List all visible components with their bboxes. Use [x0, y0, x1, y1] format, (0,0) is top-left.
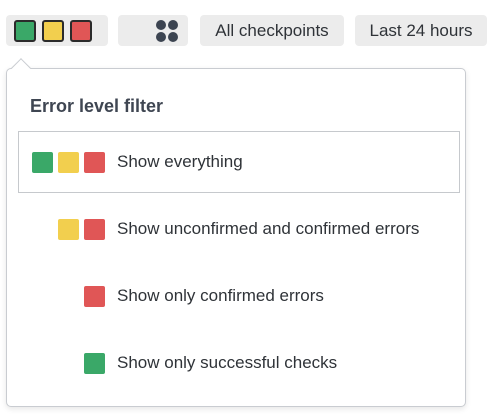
option-label: Show only confirmed errors [117, 286, 324, 305]
option-label: Show unconfirmed and confirmed errors [117, 219, 420, 238]
option-label: Show only successful checks [117, 353, 338, 372]
option-label: Show everything [117, 152, 243, 171]
option-swatches [19, 285, 117, 307]
popover-title: Error level filter [30, 96, 164, 116]
checkpoints-filter-button[interactable]: All checkpoints [200, 15, 344, 46]
red-square-icon [84, 285, 105, 307]
yellow-square-icon [42, 19, 64, 42]
error-level-popover: Error level filter Show everything Show … [6, 68, 466, 407]
toolbar: All checkpoints Last 24 hours [0, 0, 488, 60]
red-square-icon [84, 218, 105, 240]
option-only-successful[interactable]: Show only successful checks [18, 332, 460, 394]
red-square-icon [84, 151, 105, 173]
error-level-button[interactable] [6, 15, 108, 46]
red-square-icon [70, 19, 92, 42]
time-range-button[interactable]: Last 24 hours [355, 15, 487, 46]
four-dots-grid-icon [156, 19, 178, 42]
option-swatches [19, 352, 117, 374]
grid-view-button[interactable] [118, 15, 188, 46]
option-swatches [19, 218, 117, 240]
option-swatches [19, 151, 117, 173]
yellow-square-icon [58, 151, 79, 173]
option-unconfirmed-and-confirmed[interactable]: Show unconfirmed and confirmed errors [18, 198, 460, 260]
option-only-confirmed[interactable]: Show only confirmed errors [18, 265, 460, 327]
green-square-icon [32, 151, 53, 173]
yellow-square-icon [58, 218, 79, 240]
green-square-icon [84, 352, 105, 374]
option-show-everything[interactable]: Show everything [18, 131, 460, 193]
green-square-icon [14, 19, 36, 42]
